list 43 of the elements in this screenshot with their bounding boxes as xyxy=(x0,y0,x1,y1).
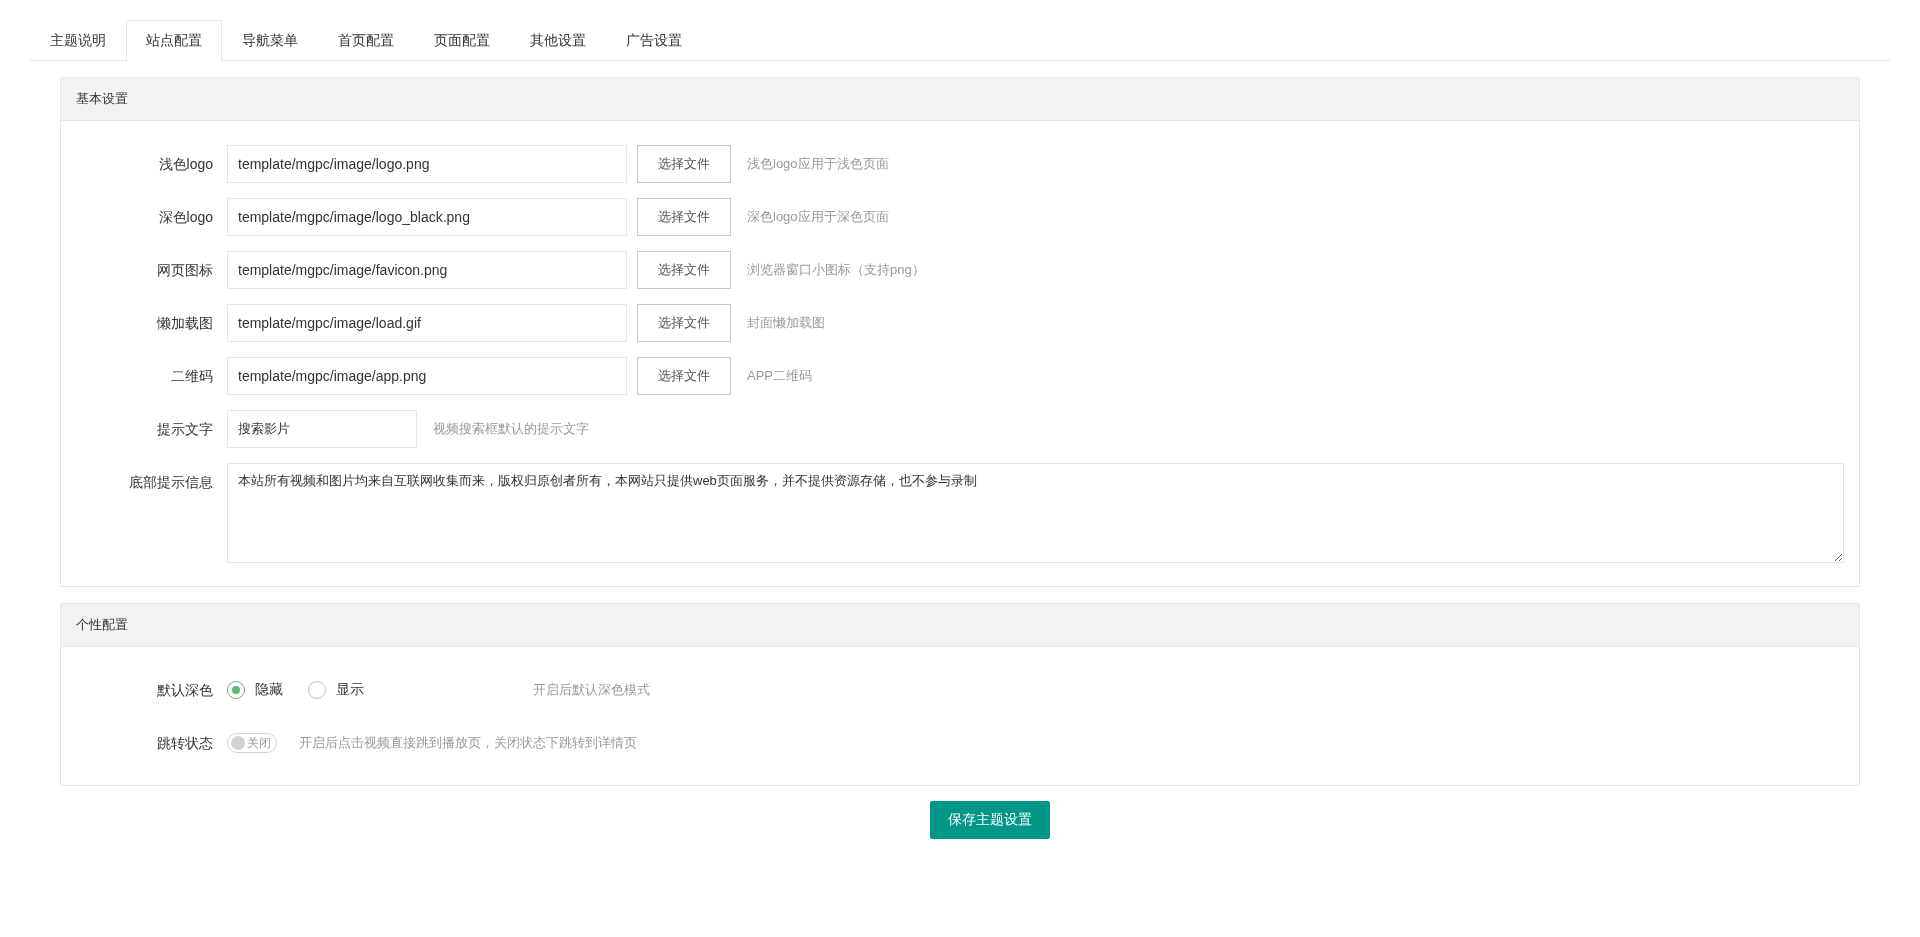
text-input[interactable]: 搜索影片 xyxy=(227,410,417,448)
radio-option[interactable]: 显示 xyxy=(308,671,364,709)
path-input[interactable]: template/mgpc/image/logo.png xyxy=(227,145,627,183)
hint-text: 深色logo应用于深色页面 xyxy=(747,208,889,226)
hint-text: 开启后点击视频直接跳到播放页，关闭状态下跳转到详情页 xyxy=(299,734,637,752)
choose-file-button[interactable]: 选择文件 xyxy=(637,357,731,395)
path-input[interactable]: template/mgpc/image/app.png xyxy=(227,357,627,395)
choose-file-button[interactable]: 选择文件 xyxy=(637,251,731,289)
choose-file-button[interactable]: 选择文件 xyxy=(637,145,731,183)
field-label: 二维码 xyxy=(170,367,214,386)
radio-label: 显示 xyxy=(336,681,364,699)
field-label: 跳转状态 xyxy=(156,734,214,753)
tab[interactable]: 导航菜单 xyxy=(222,20,318,61)
radio-option[interactable]: 隐藏 xyxy=(227,671,283,709)
hint-text: 开启后默认深色模式 xyxy=(533,681,650,699)
tab[interactable]: 主题说明 xyxy=(30,20,126,61)
path-input[interactable]: template/mgpc/image/favicon.png xyxy=(227,251,627,289)
save-button[interactable]: 保存主题设置 xyxy=(930,801,1050,839)
field-label: 网页图标 xyxy=(156,261,214,280)
field-label: 底部提示信息 xyxy=(128,473,214,492)
field-label: 默认深色 xyxy=(156,681,214,700)
hint-text: 视频搜索框默认的提示文字 xyxy=(433,420,589,438)
panel-title: 基本设置 xyxy=(61,78,1859,121)
hint-text: 浅色logo应用于浅色页面 xyxy=(747,155,889,173)
path-input[interactable]: template/mgpc/image/logo_black.png xyxy=(227,198,627,236)
radio-label: 隐藏 xyxy=(255,681,283,699)
panel-title: 个性配置 xyxy=(61,604,1859,647)
tab[interactable]: 站点配置 xyxy=(126,20,222,61)
hint-text: 封面懒加载图 xyxy=(747,314,825,332)
choose-file-button[interactable]: 选择文件 xyxy=(637,198,731,236)
field-label: 深色logo xyxy=(157,208,214,227)
path-input[interactable]: template/mgpc/image/load.gif xyxy=(227,304,627,342)
field-label: 浅色logo xyxy=(157,155,214,174)
choose-file-button[interactable]: 选择文件 xyxy=(637,304,731,342)
tab[interactable]: 页面配置 xyxy=(414,20,510,61)
field-label: 懒加载图 xyxy=(156,314,214,333)
tab[interactable]: 其他设置 xyxy=(510,20,606,61)
text-area[interactable]: 本站所有视频和图片均来自互联网收集而来，版权归原创者所有，本网站只提供web页面服务，并不提供资源存储，也不参与录制 xyxy=(227,463,1844,563)
tab[interactable]: 首页配置 xyxy=(318,20,414,61)
hint-text: APP二维码 xyxy=(747,367,812,385)
field-label: 提示文字 xyxy=(156,420,214,439)
hint-text: 浏览器窗口小图标（支持png） xyxy=(747,261,925,279)
tab[interactable]: 广告设置 xyxy=(606,20,702,61)
